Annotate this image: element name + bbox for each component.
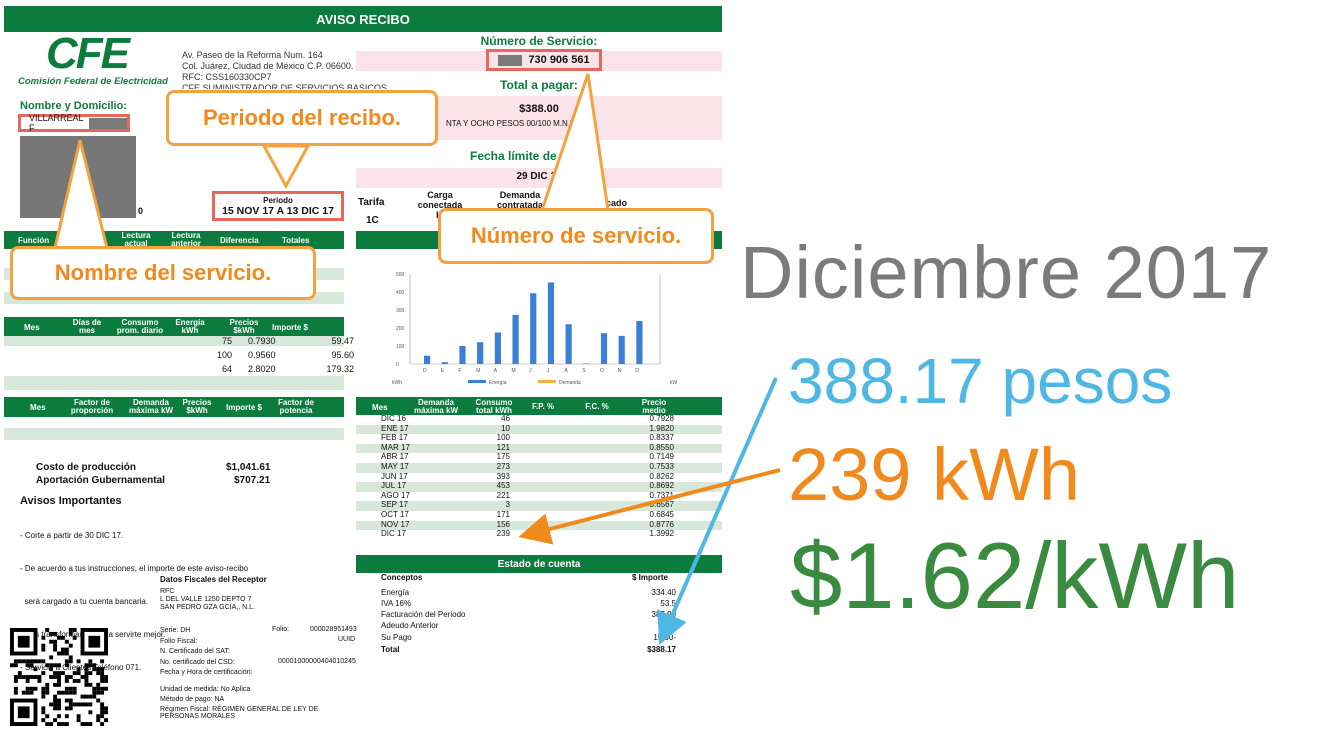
- summary-arrows: [518, 377, 781, 645]
- pesos-arrow: [657, 377, 778, 645]
- kwh-arrow: [518, 468, 781, 545]
